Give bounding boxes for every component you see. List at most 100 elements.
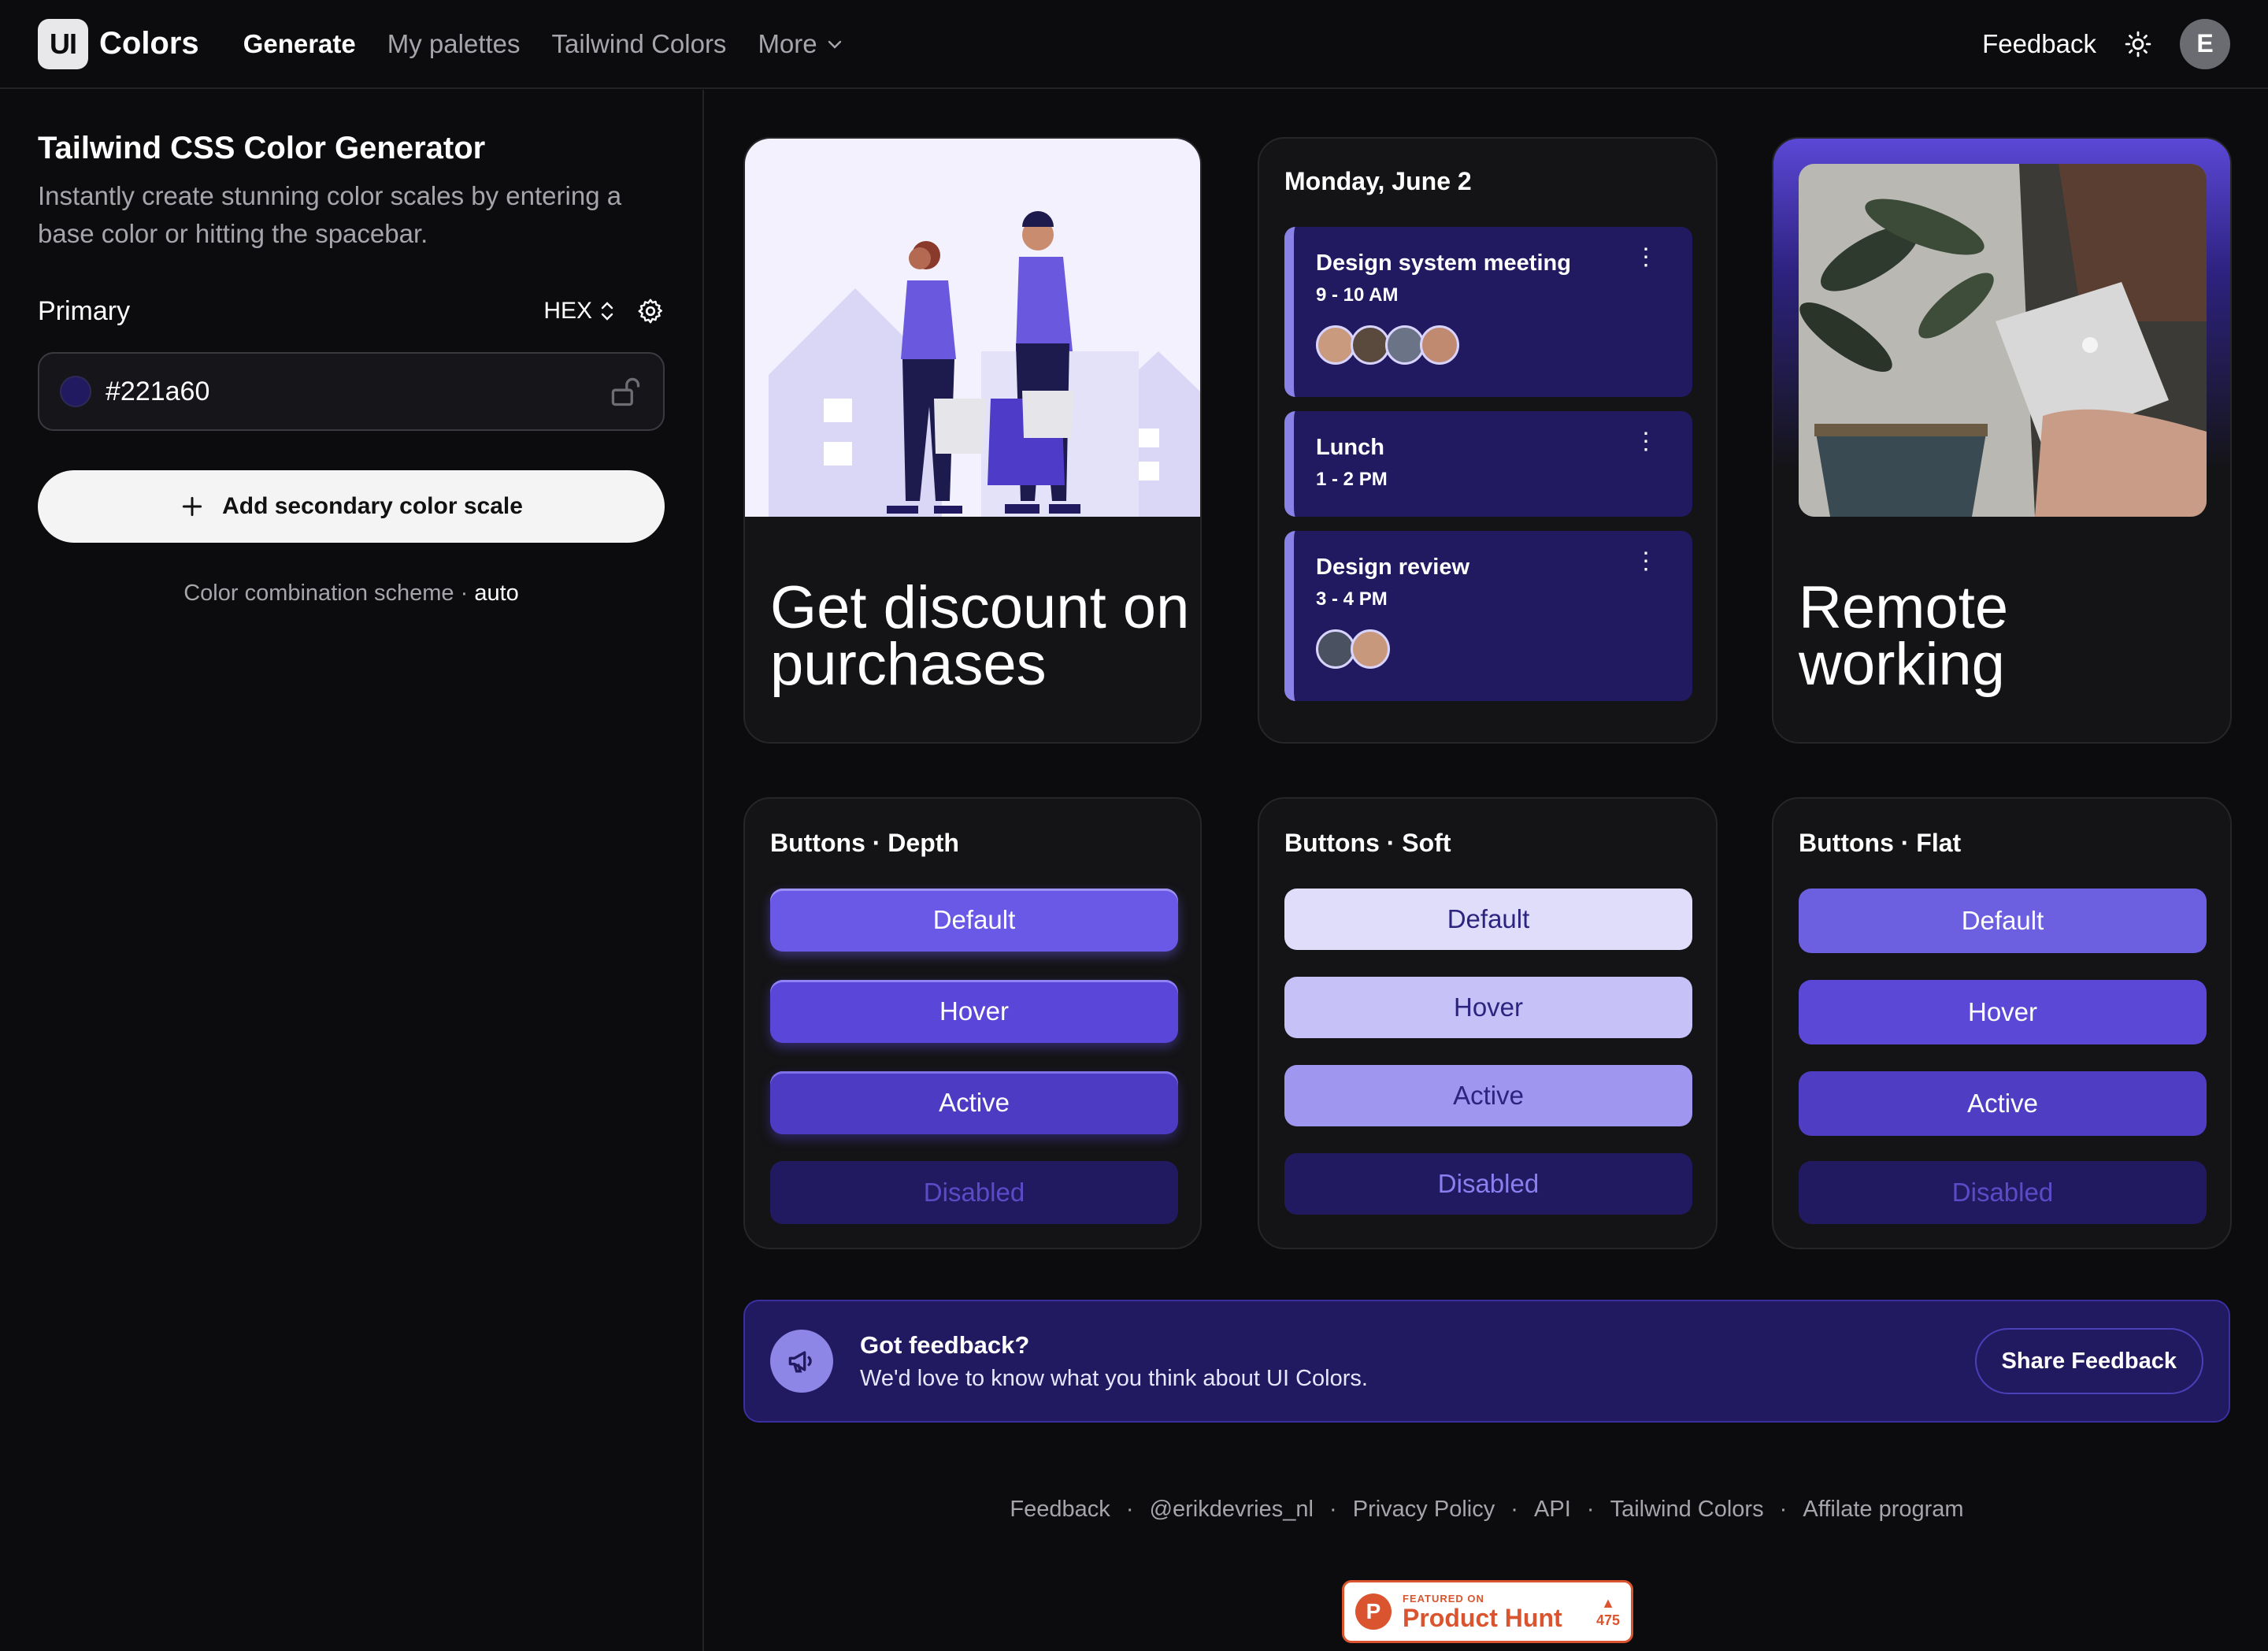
soft-hover-button[interactable]: Hover bbox=[1284, 977, 1692, 1038]
discount-card: Get discount on purchases bbox=[743, 137, 1202, 744]
buttons-soft-card: Buttons · Soft Default Hover Active Disa… bbox=[1258, 797, 1718, 1249]
buttons-soft-title: Buttons · Soft bbox=[1284, 829, 1451, 857]
depth-disabled-button: Disabled bbox=[770, 1161, 1178, 1224]
buttons-flat-card: Buttons · Flat Default Hover Active Disa… bbox=[1772, 797, 2232, 1249]
footer-separator: · bbox=[1586, 1497, 1595, 1522]
footer-link-api[interactable]: API bbox=[1534, 1497, 1571, 1522]
sidebar: Tailwind CSS Color Generator Instantly c… bbox=[0, 90, 704, 1651]
megaphone-icon bbox=[770, 1330, 833, 1393]
nav-more-label: More bbox=[758, 28, 817, 58]
plus-icon bbox=[182, 496, 202, 517]
buttons-depth-card: Buttons · Depth Default Hover Active Dis… bbox=[743, 797, 1202, 1249]
flat-disabled-button: Disabled bbox=[1799, 1161, 2207, 1224]
more-vertical-icon[interactable]: ⋮ bbox=[1634, 246, 1658, 269]
event-lunch[interactable]: Lunch 1 - 2 PM ⋮ bbox=[1284, 411, 1692, 517]
user-avatar[interactable]: E bbox=[2180, 18, 2230, 69]
event-title: Design system meeting bbox=[1316, 250, 1571, 276]
flat-active-button[interactable]: Active bbox=[1799, 1071, 2207, 1136]
attendee-avatars bbox=[1316, 325, 1670, 365]
event-time: 1 - 2 PM bbox=[1316, 469, 1388, 490]
chevron-down-icon bbox=[828, 40, 841, 49]
event-title: Lunch bbox=[1316, 435, 1384, 460]
color-swatch[interactable] bbox=[60, 376, 91, 407]
more-vertical-icon[interactable]: ⋮ bbox=[1634, 430, 1658, 454]
product-hunt-badge[interactable]: P FEATURED ON Product Hunt ▲ 475 bbox=[1342, 1580, 1633, 1643]
avatar bbox=[1316, 325, 1355, 365]
nav-more[interactable]: More bbox=[758, 29, 843, 59]
feedback-link[interactable]: Feedback bbox=[1982, 29, 2096, 59]
avatar bbox=[1385, 325, 1425, 365]
vote-count: 475 bbox=[1595, 1612, 1620, 1628]
header-actions: Feedback E bbox=[1982, 18, 2230, 69]
share-feedback-button[interactable]: Share Feedback bbox=[1974, 1328, 2203, 1394]
sidebar-title: Tailwind CSS Color Generator bbox=[38, 131, 486, 165]
footer-links: Feedback · @erikdevries_nl · Privacy Pol… bbox=[743, 1497, 2230, 1523]
attendee-avatars bbox=[1316, 629, 1670, 669]
scheme-value[interactable]: auto bbox=[474, 581, 518, 606]
depth-default-button[interactable]: Default bbox=[770, 889, 1178, 952]
footer-link-tailwind[interactable]: Tailwind Colors bbox=[1610, 1497, 1764, 1522]
add-secondary-label: Add secondary color scale bbox=[222, 493, 523, 519]
main-nav: Generate My palettes Tailwind Colors Mor… bbox=[243, 29, 844, 59]
nav-generate[interactable]: Generate bbox=[243, 29, 356, 59]
soft-active-button[interactable]: Active bbox=[1284, 1065, 1692, 1126]
product-hunt-name: Product Hunt bbox=[1403, 1603, 1562, 1632]
footer-link-feedback[interactable]: Feedback bbox=[1010, 1497, 1110, 1522]
logo-text: Colors bbox=[99, 26, 199, 61]
nav-tailwind-colors[interactable]: Tailwind Colors bbox=[552, 29, 727, 59]
sun-icon[interactable] bbox=[2125, 31, 2151, 58]
avatar bbox=[1351, 325, 1390, 365]
add-secondary-button[interactable]: Add secondary color scale bbox=[38, 470, 665, 543]
gear-icon[interactable] bbox=[636, 297, 665, 325]
top-bar: UI Colors Generate My palettes Tailwind … bbox=[0, 0, 2268, 89]
discount-heading: Get discount on purchases bbox=[770, 574, 1190, 698]
color-input[interactable]: #221a60 bbox=[38, 352, 665, 431]
sidebar-subtitle: Instantly create stunning color scales b… bbox=[38, 181, 622, 248]
remote-working-photo bbox=[1799, 164, 2207, 517]
depth-active-button[interactable]: Active bbox=[770, 1071, 1178, 1134]
remote-heading: Remote working bbox=[1799, 574, 2009, 698]
footer-link-privacy[interactable]: Privacy Policy bbox=[1353, 1497, 1495, 1522]
event-time: 9 - 10 AM bbox=[1316, 284, 1399, 306]
avatar bbox=[1351, 629, 1390, 669]
format-select[interactable]: HEX bbox=[543, 298, 616, 325]
banner-title: Got feedback? bbox=[860, 1330, 1030, 1359]
color-scheme: Color combination scheme · auto bbox=[38, 581, 665, 607]
logo-mark: UI bbox=[38, 18, 88, 69]
flat-hover-button[interactable]: Hover bbox=[1799, 980, 2207, 1044]
product-hunt-featured: FEATURED ON bbox=[1403, 1592, 1484, 1605]
buttons-depth-title: Buttons · Depth bbox=[770, 829, 959, 857]
product-hunt-votes: ▲ 475 bbox=[1596, 1594, 1620, 1629]
banner-subtitle: We'd love to know what you think about U… bbox=[860, 1365, 1368, 1391]
primary-label: Primary bbox=[38, 295, 131, 326]
event-time: 3 - 4 PM bbox=[1316, 588, 1388, 610]
event-design-system[interactable]: Design system meeting 9 - 10 AM ⋮ bbox=[1284, 227, 1692, 397]
calendar-card: Monday, June 2 Design system meeting 9 -… bbox=[1258, 137, 1718, 744]
color-value[interactable]: #221a60 bbox=[106, 377, 209, 407]
upvote-icon: ▲ bbox=[1601, 1595, 1615, 1611]
footer-separator: · bbox=[1329, 1497, 1337, 1522]
flat-default-button[interactable]: Default bbox=[1799, 889, 2207, 953]
nav-my-palettes[interactable]: My palettes bbox=[387, 29, 521, 59]
unlock-icon[interactable] bbox=[608, 374, 643, 409]
banner-text: Got feedback? We'd love to know what you… bbox=[860, 1331, 1368, 1392]
calendar-date: Monday, June 2 bbox=[1284, 167, 1472, 195]
footer-link-affiliate[interactable]: Affilate program bbox=[1803, 1497, 1963, 1522]
product-hunt-text: FEATURED ON Product Hunt bbox=[1403, 1593, 1562, 1631]
footer-separator: · bbox=[1779, 1497, 1788, 1522]
buttons-flat-title: Buttons · Flat bbox=[1799, 829, 1962, 857]
format-label: HEX bbox=[543, 298, 592, 324]
more-vertical-icon[interactable]: ⋮ bbox=[1634, 550, 1658, 573]
event-design-review[interactable]: Design review 3 - 4 PM ⋮ bbox=[1284, 531, 1692, 701]
scheme-label: Color combination scheme · bbox=[183, 581, 469, 606]
feedback-banner: Got feedback? We'd love to know what you… bbox=[743, 1300, 2230, 1423]
shopping-illustration bbox=[745, 139, 1200, 517]
chevron-up-down-icon bbox=[601, 302, 613, 321]
footer-link-twitter[interactable]: @erikdevries_nl bbox=[1150, 1497, 1314, 1522]
footer-separator: · bbox=[1510, 1497, 1518, 1522]
soft-default-button[interactable]: Default bbox=[1284, 889, 1692, 950]
product-hunt-logo: P bbox=[1355, 1593, 1392, 1630]
depth-hover-button[interactable]: Hover bbox=[770, 980, 1178, 1043]
logo[interactable]: UI Colors bbox=[38, 18, 199, 69]
avatar bbox=[1316, 629, 1355, 669]
